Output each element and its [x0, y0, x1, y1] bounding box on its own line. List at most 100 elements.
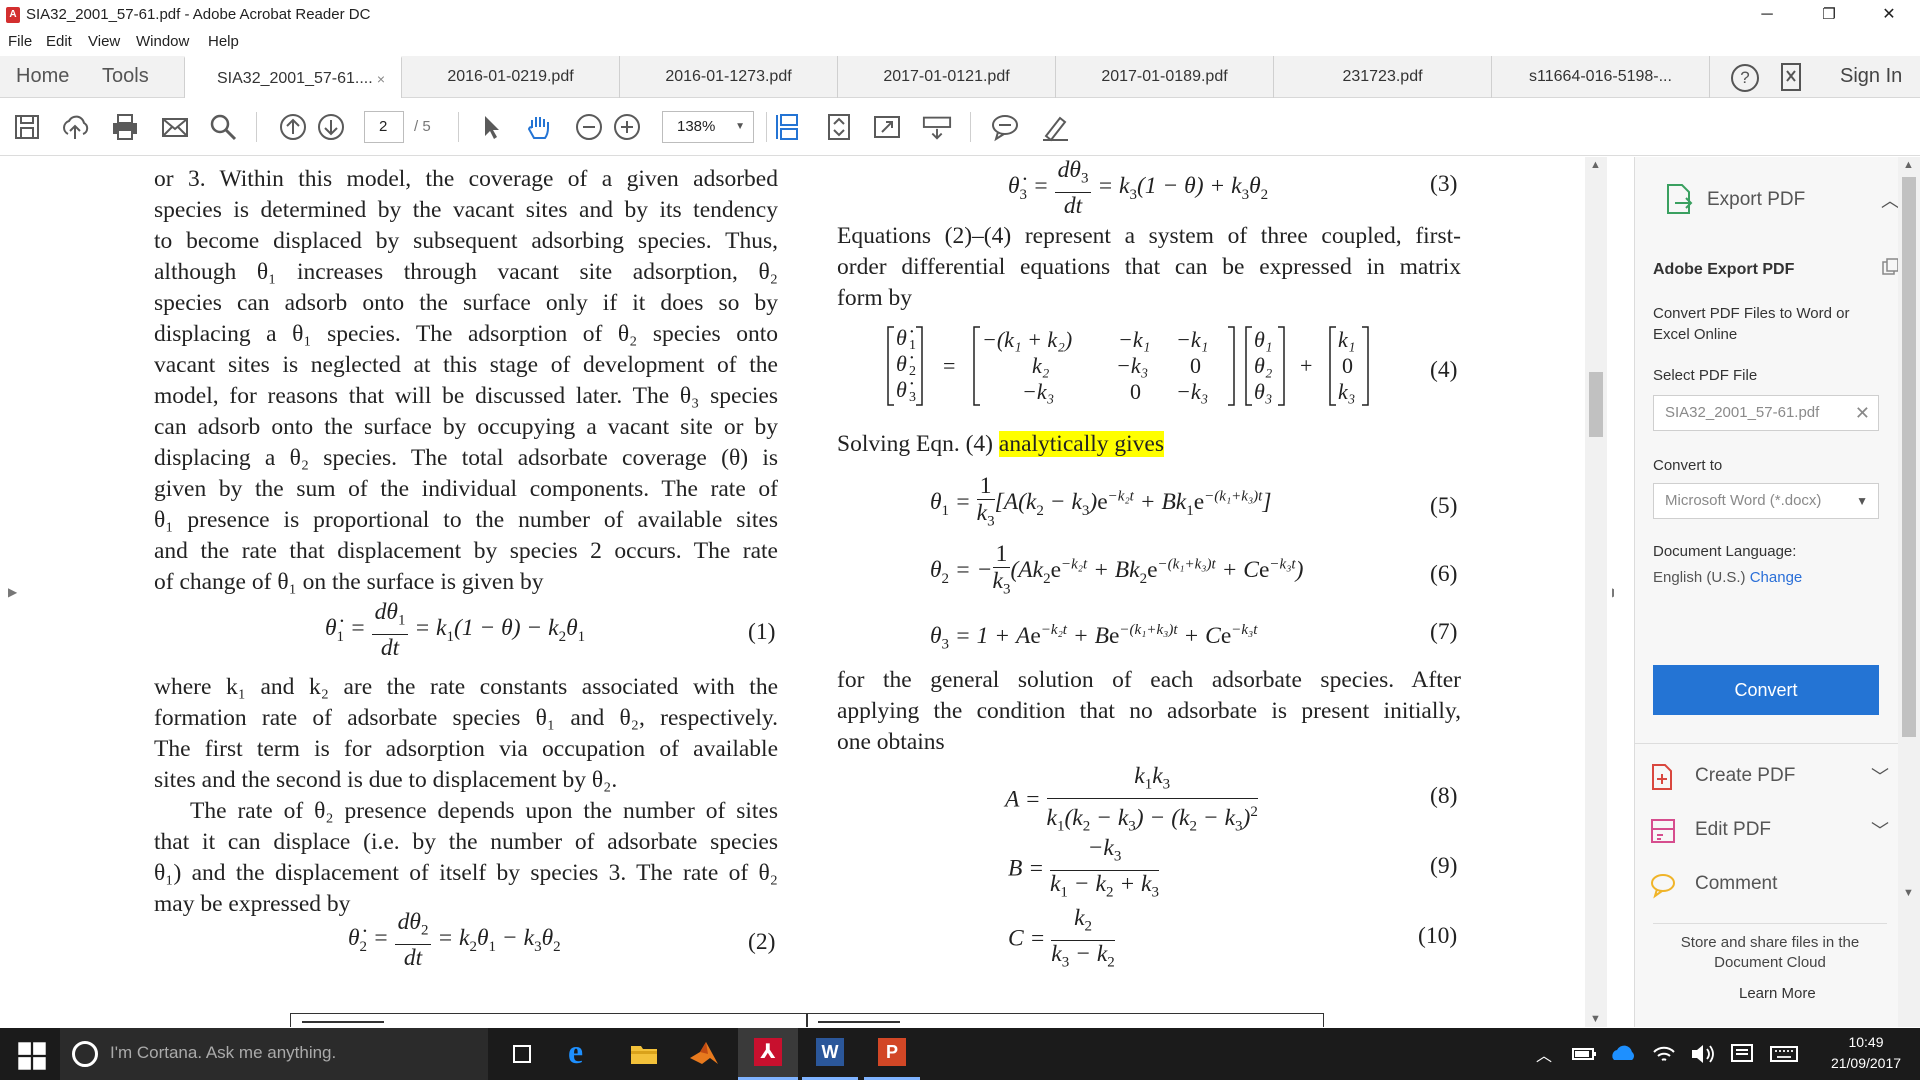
- search-icon[interactable]: [208, 112, 238, 142]
- clock-date[interactable]: 21/09/2017: [1818, 1055, 1914, 1071]
- tab-2016-01-1273[interactable]: 2016-01-1273.pdf: [620, 56, 838, 98]
- svg-text:0: 0: [1190, 353, 1201, 378]
- full-screen-icon[interactable]: [872, 112, 902, 142]
- learn-more-link[interactable]: Learn More: [1739, 985, 1816, 1002]
- equation-4-matrix: θ̇ 1 θ̇ 2 θ̇ 3 = −(k₁ + k₂) −k₁ −k₁ k₂ −k₃ 0 −k…: [887, 325, 1369, 406]
- svg-text:3: 3: [909, 390, 916, 405]
- action-center-icon[interactable]: [1726, 1038, 1758, 1070]
- right-panel-toggle-icon[interactable]: ▶: [1612, 585, 1614, 599]
- chevron-up-icon[interactable]: ︿: [1881, 187, 1899, 213]
- equation-number: (8): [1430, 783, 1458, 809]
- menu-window[interactable]: Window: [136, 33, 189, 50]
- select-pdf-file-link[interactable]: Select PDF File: [1653, 367, 1757, 384]
- tab-s11664[interactable]: s11664-016-5198-...: [1492, 56, 1710, 98]
- scroll-down-icon[interactable]: ▼: [1590, 1013, 1601, 1025]
- highlighted-text[interactable]: analytically gives: [998, 431, 1164, 457]
- comment-icon[interactable]: [990, 112, 1020, 142]
- tab-231723[interactable]: 231723.pdf: [1274, 56, 1492, 98]
- scrollbar-thumb[interactable]: [1589, 372, 1603, 437]
- email-icon[interactable]: [160, 112, 190, 142]
- wifi-icon[interactable]: [1648, 1038, 1680, 1070]
- minimize-button[interactable]: ─: [1744, 0, 1790, 30]
- comment-tool[interactable]: Comment: [1649, 865, 1889, 905]
- menu-help[interactable]: Help: [208, 33, 239, 50]
- select-cursor-icon[interactable]: [476, 112, 506, 142]
- change-language-link[interactable]: Change: [1750, 569, 1803, 586]
- text-line: of change of θ₁ on the surface is given …: [154, 569, 544, 595]
- tab-2017-01-0189[interactable]: 2017-01-0189.pdf: [1056, 56, 1274, 98]
- highlight-pen-icon[interactable]: [1040, 112, 1070, 142]
- show-hidden-icons-icon[interactable]: ︿: [1536, 1042, 1552, 1066]
- help-icon[interactable]: ?: [1731, 64, 1759, 92]
- export-pdf-title[interactable]: Export PDF: [1707, 189, 1805, 211]
- previous-page-icon[interactable]: [278, 112, 308, 142]
- nav-tools[interactable]: Tools: [102, 65, 149, 88]
- zoom-select[interactable]: 138% ▼: [662, 111, 754, 143]
- convert-button[interactable]: Convert: [1653, 665, 1879, 715]
- document-view[interactable]: or 3. Within this model, the coverage of…: [0, 157, 1614, 1027]
- powerpoint-taskbar-button[interactable]: P: [864, 1028, 920, 1080]
- word-icon: W: [816, 1038, 844, 1066]
- scroll-up-icon[interactable]: ▲: [1903, 159, 1914, 171]
- create-pdf-tool[interactable]: Create PDF ﹀: [1649, 757, 1889, 797]
- hand-tool-icon[interactable]: [524, 112, 554, 142]
- scroll-up-icon[interactable]: ▲: [1590, 159, 1601, 171]
- tab-close-icon[interactable]: ×: [377, 58, 385, 100]
- zoom-out-icon[interactable]: [574, 112, 604, 142]
- text-line: formation rate of adsorbate species θ₁ a…: [154, 705, 778, 731]
- equation-6: θ2 = −1 k3 (Ak2e−k₂t + Bk2e−(k₁+k₃)t + Ce−…: [930, 541, 1304, 598]
- edge-icon[interactable]: e: [568, 1034, 583, 1072]
- page-scroll-icon[interactable]: [774, 112, 804, 142]
- keyboard-read-icon[interactable]: [922, 112, 952, 142]
- next-page-icon[interactable]: [316, 112, 346, 142]
- cortana-search-box[interactable]: I'm Cortana. Ask me anything.: [60, 1028, 488, 1080]
- panel-scrollbar[interactable]: ▲ ▼: [1898, 157, 1920, 1027]
- edit-pdf-icon: [1651, 819, 1675, 843]
- battery-icon[interactable]: [1568, 1038, 1600, 1070]
- cloud-upload-icon[interactable]: [60, 112, 90, 142]
- zoom-in-icon[interactable]: [612, 112, 642, 142]
- file-explorer-icon[interactable]: [628, 1038, 660, 1070]
- acrobat-taskbar-button[interactable]: ⅄: [738, 1028, 798, 1080]
- selected-file-field[interactable]: SIA32_2001_57-61.pdf ✕: [1653, 395, 1879, 431]
- document-scrollbar[interactable]: ▲ ▼: [1585, 157, 1607, 1027]
- volume-icon[interactable]: [1686, 1038, 1718, 1070]
- mobile-link-icon[interactable]: [1780, 62, 1804, 92]
- left-panel-toggle-icon[interactable]: ▶: [8, 585, 17, 599]
- page-number-input[interactable]: 2: [364, 111, 404, 143]
- svg-text:k₂: k₂: [1032, 353, 1050, 378]
- format-select[interactable]: Microsoft Word (*.docx) ▼: [1653, 483, 1879, 519]
- text-line: displacing a θ₁ species. The adsorption …: [154, 321, 778, 347]
- tab-2017-01-0121[interactable]: 2017-01-0121.pdf: [838, 56, 1056, 98]
- text-line: where k₁ and k₂ are the rate constants a…: [154, 674, 778, 700]
- edit-pdf-tool[interactable]: Edit PDF ﹀: [1649, 811, 1889, 851]
- tab-sia32[interactable]: SIA32_2001_57-61.... ×: [184, 56, 402, 98]
- text-line: applying the condition that no adsorbate…: [837, 698, 1461, 724]
- sign-in-link[interactable]: Sign In: [1840, 65, 1902, 88]
- equation-10: C = k2 k3 − k2: [1008, 905, 1115, 971]
- menu-view[interactable]: View: [88, 33, 120, 50]
- print-icon[interactable]: [110, 112, 140, 142]
- title-bar: A SIA32_2001_57-61.pdf - Adobe Acrobat R…: [0, 0, 1920, 30]
- nav-home[interactable]: Home: [16, 65, 69, 88]
- scrollbar-thumb[interactable]: [1902, 177, 1916, 737]
- fit-page-icon[interactable]: [824, 112, 854, 142]
- menu-edit[interactable]: Edit: [46, 33, 72, 50]
- save-icon[interactable]: [12, 112, 42, 142]
- word-taskbar-button[interactable]: W: [802, 1028, 858, 1080]
- matlab-icon[interactable]: [688, 1038, 720, 1070]
- chevron-down-icon: ▼: [1856, 494, 1868, 508]
- scroll-down-icon[interactable]: ▼: [1903, 887, 1914, 899]
- tab-2016-01-0219[interactable]: 2016-01-0219.pdf: [402, 56, 620, 98]
- onedrive-icon[interactable]: [1608, 1038, 1640, 1070]
- close-window-button[interactable]: ✕: [1866, 0, 1912, 30]
- clear-file-icon[interactable]: ✕: [1855, 396, 1870, 430]
- windows-start-icon[interactable]: [16, 1040, 48, 1072]
- task-view-icon[interactable]: [506, 1038, 538, 1070]
- page-total: / 5: [414, 118, 431, 135]
- menu-file[interactable]: File: [8, 33, 32, 50]
- equation-number: (3): [1430, 171, 1458, 197]
- keyboard-icon[interactable]: [1768, 1038, 1800, 1070]
- restore-button[interactable]: ❐: [1806, 0, 1852, 30]
- clock-time[interactable]: 10:49: [1818, 1034, 1914, 1050]
